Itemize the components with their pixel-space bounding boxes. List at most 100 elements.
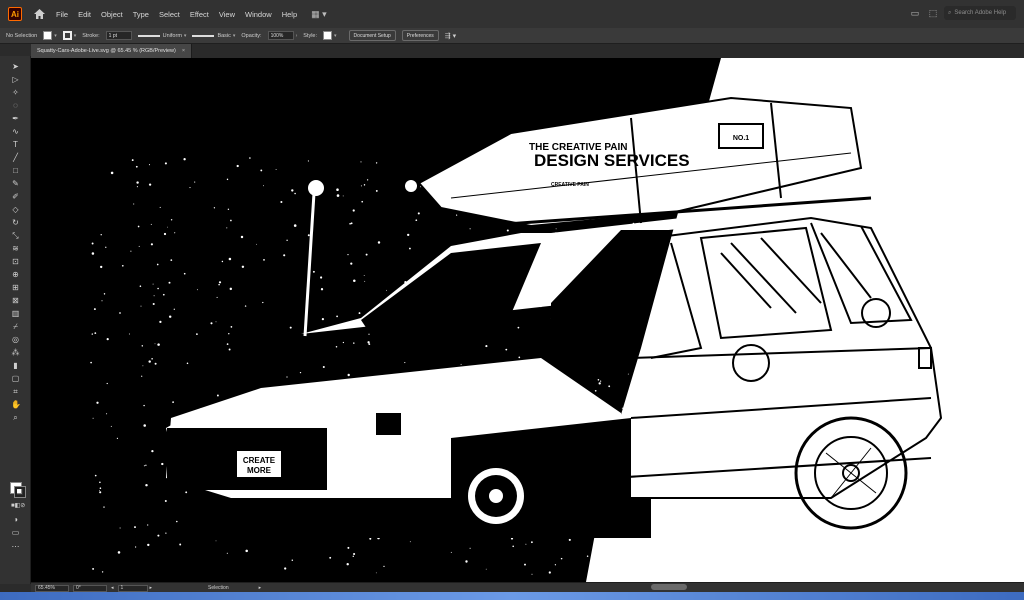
antenna-topper	[308, 180, 324, 196]
stroke-weight-value: 1 pt	[105, 31, 132, 40]
stroke-weight-field[interactable]: 1 pt	[105, 31, 132, 40]
profile-label: Uniform	[162, 32, 182, 39]
chevron-down-icon: ▾	[73, 32, 77, 39]
graphic-style-icon	[323, 31, 333, 40]
screen-mode-icon[interactable]: ▭	[11, 528, 20, 537]
rotate-icon[interactable]: ↻	[11, 218, 20, 227]
rotation-value: 0°	[76, 585, 81, 591]
workspace-switcher-icon[interactable]: ▦ ▾	[311, 9, 327, 20]
eyedropper-icon[interactable]: ⌿	[11, 322, 20, 331]
search-help-input[interactable]: ⌕ Search Adobe Help	[944, 6, 1016, 20]
blend-icon[interactable]: ◎	[11, 335, 20, 344]
paintbrush-icon[interactable]: ✎	[11, 179, 20, 188]
slice-icon[interactable]: ⌗	[11, 387, 20, 396]
eraser-icon[interactable]: ◇	[11, 205, 20, 214]
arrange-documents-icon[interactable]: ▭	[908, 6, 922, 20]
fill-color-icon	[43, 31, 53, 40]
artboard-canvas[interactable]: CREATE MORE THE CREATIVE PAIN DESIGN SER…	[31, 58, 1024, 582]
status-menu-icon[interactable]: ▸	[259, 585, 262, 591]
mesh-icon[interactable]: ⊠	[11, 296, 20, 305]
search-placeholder: Search Adobe Help	[954, 10, 1007, 16]
draw-mode-icon[interactable]: ◑	[11, 515, 20, 524]
brush-definition[interactable]: Basic ▾	[192, 33, 235, 39]
search-icon: ⌕	[948, 9, 952, 16]
brush-label: Basic	[217, 32, 231, 39]
profile-preview-icon	[137, 34, 160, 37]
menu-edit[interactable]: Edit	[78, 10, 91, 19]
perspective-icon[interactable]: ⊞	[11, 283, 20, 292]
roof-small-text: CREATIVE PAIN	[551, 182, 589, 188]
document-tab[interactable]: Squatty-Cars-Adobe-Live.svg @ 65.45 % (R…	[31, 44, 193, 58]
next-artboard-icon[interactable]: ▸	[150, 585, 153, 591]
zoom-field[interactable]: 65.45%	[35, 584, 69, 592]
roof-badge: NO.1	[733, 135, 749, 142]
rectangle-icon[interactable]: □	[11, 166, 20, 175]
document-tab-title: Squatty-Cars-Adobe-Live.svg @ 65.45 % (R…	[37, 48, 176, 54]
type-icon[interactable]: T	[11, 140, 20, 149]
color-mode-icons[interactable]: ■◧⊘	[11, 502, 25, 511]
scale-icon[interactable]: ⤡	[11, 231, 20, 240]
preferences-button[interactable]: Preferences	[401, 30, 439, 41]
menu-file[interactable]: File	[56, 10, 68, 19]
zoom-icon[interactable]: ⌕	[11, 413, 20, 422]
line-icon[interactable]: ╱	[11, 153, 20, 162]
arrange-icon[interactable]: ⇶ ▾	[445, 32, 456, 40]
opacity-field[interactable]: 100% ›	[267, 31, 297, 40]
artboard-field[interactable]: 1	[117, 584, 148, 592]
stroke-icon	[14, 486, 26, 498]
stroke-swatch[interactable]: ▾	[62, 31, 77, 40]
curvature-icon[interactable]: ∿	[11, 127, 20, 136]
gradient-icon[interactable]: ▥	[11, 309, 20, 318]
zoom-value: 65.45%	[38, 585, 55, 591]
menu-object[interactable]: Object	[101, 10, 123, 19]
fill-stroke-widget[interactable]	[10, 482, 26, 498]
illustrator-window: Ai File Edit Object Type Select Effect V…	[0, 0, 1024, 600]
prev-artboard-icon[interactable]: ◂	[111, 585, 114, 591]
menu-effect[interactable]: Effect	[190, 10, 209, 19]
artboard-value: 1	[120, 585, 124, 591]
opacity-label: Opacity:	[241, 32, 262, 39]
pen-icon[interactable]: ✒	[11, 114, 20, 123]
menu-type[interactable]: Type	[133, 10, 149, 19]
menu-select[interactable]: Select	[159, 10, 180, 19]
more-tools-icon[interactable]: ⋯	[11, 542, 20, 551]
home-icon[interactable]	[32, 7, 46, 21]
chevron-down-icon: ▾	[232, 32, 236, 39]
chevron-down-icon: ▾	[183, 32, 187, 39]
menu-view[interactable]: View	[219, 10, 235, 19]
plate-text-line1: CREATE	[243, 456, 276, 465]
opacity-value: 100%	[267, 31, 294, 40]
artboard-icon[interactable]: ▢	[11, 374, 20, 383]
document-tab-bar: Squatty-Cars-Adobe-Live.svg @ 65.45 % (R…	[31, 44, 1024, 59]
warp-icon[interactable]: ≋	[11, 244, 20, 253]
hand-icon[interactable]: ✋	[11, 400, 21, 409]
document-setup-button[interactable]: Document Setup	[348, 30, 396, 41]
menu-help[interactable]: Help	[282, 10, 297, 19]
fill-swatch[interactable]: ▾	[43, 31, 57, 40]
shaper-icon[interactable]: ✐	[11, 192, 20, 201]
selection-status: No Selection	[6, 32, 38, 39]
brush-preview-icon	[192, 34, 215, 37]
car-artwork: CREATE MORE THE CREATIVE PAIN DESIGN SER…	[31, 58, 1024, 582]
column-graph-icon[interactable]: ▮	[11, 361, 20, 370]
rotation-field[interactable]: 0°	[73, 584, 107, 592]
lasso-icon[interactable]: ◌	[11, 101, 20, 110]
kayak-tip	[405, 180, 417, 192]
free-transform-icon[interactable]: ⊡	[11, 257, 20, 266]
symbol-sprayer-icon[interactable]: ⁂	[11, 348, 20, 357]
menu-window[interactable]: Window	[245, 10, 272, 19]
close-icon[interactable]: ×	[182, 48, 185, 54]
chevron-down-icon: ▾	[54, 32, 57, 39]
workspace-icon[interactable]: ⬚	[926, 6, 940, 20]
control-bar: No Selection ▾ ▾ Stroke: 1 pt Uniform ▾ B…	[0, 28, 1024, 44]
direct-selection-icon[interactable]: ▷	[11, 75, 20, 84]
current-tool-name: Selection	[208, 585, 229, 591]
stroke-color-icon	[62, 31, 72, 40]
selection-icon[interactable]: ➤	[11, 62, 20, 71]
shape-builder-icon[interactable]: ⊕	[11, 270, 20, 279]
variable-width-profile[interactable]: Uniform ▾	[137, 32, 187, 39]
magic-wand-icon[interactable]: ✧	[11, 88, 20, 97]
style-swatch[interactable]: ▾	[323, 31, 337, 40]
horizontal-scrollbar[interactable]	[651, 584, 687, 590]
desktop-background	[0, 592, 1024, 600]
